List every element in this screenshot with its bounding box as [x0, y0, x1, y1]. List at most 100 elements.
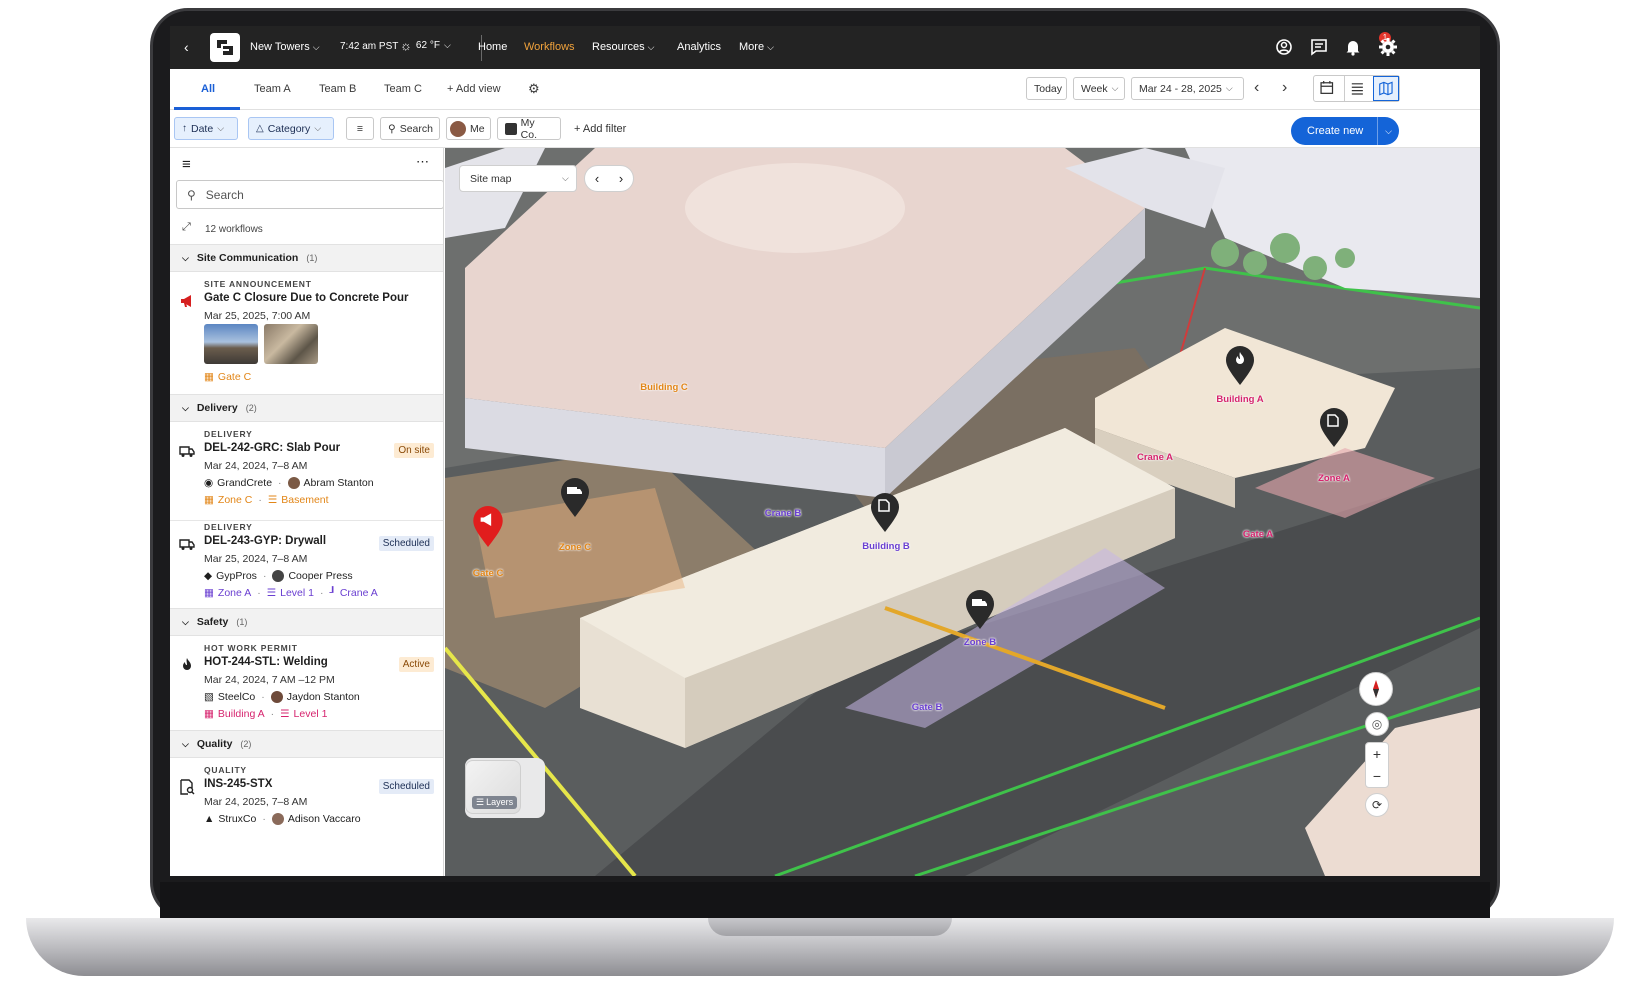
weather-widget[interactable]: ☼ 62 °F ⌵ — [400, 38, 451, 53]
location-label[interactable]: Building A — [218, 708, 265, 720]
map-label-gate-b[interactable]: Gate B — [912, 702, 943, 713]
company-filter-button[interactable]: My Co. — [497, 117, 561, 141]
add-view-button[interactable]: + Add view — [447, 83, 501, 95]
chevron-right-icon[interactable]: › — [619, 171, 623, 186]
nav-home[interactable]: Home — [478, 41, 507, 53]
back-icon[interactable]: ‹ — [184, 39, 189, 55]
tab-team-b[interactable]: Team B — [319, 83, 356, 95]
site-map[interactable]: Site map ⌵ ‹ › ☰ Layers ◎ + − ⟳ Building C B… — [445, 148, 1480, 876]
compass-button[interactable] — [1359, 672, 1393, 706]
gear-icon[interactable] — [1378, 37, 1398, 57]
list-item[interactable]: QUALITY INS-245-STX Scheduled Mar 24, 20… — [170, 765, 443, 857]
zoom-out-icon[interactable]: − — [1373, 768, 1381, 784]
map-view-select[interactable]: Site map ⌵ — [459, 165, 577, 192]
nav-more[interactable]: More ⌵ — [739, 41, 774, 53]
location-label[interactable]: Level 1 — [280, 587, 314, 599]
list-item[interactable]: DELIVERY DEL-243-GYP: Drywall Scheduled … — [170, 522, 443, 614]
location-label[interactable]: Zone C — [218, 494, 252, 506]
bell-icon[interactable] — [1343, 37, 1363, 57]
map-label-zone-a[interactable]: Zone A — [1318, 473, 1350, 484]
chevron-down-icon[interactable]: ⌵ — [1377, 117, 1399, 145]
map-label-crane-a[interactable]: Crane A — [1137, 452, 1173, 463]
tab-all[interactable]: All — [201, 83, 215, 95]
workflow-list-panel: ≡ ⋯ ⚲ Search ⤢ 12 workflows ⌵ Site Communi… — [170, 148, 444, 876]
section-site-communication[interactable]: ⌵ Site Communication (1) — [170, 244, 443, 272]
map-label-gate-a[interactable]: Gate A — [1243, 529, 1273, 540]
announcement-pin-icon[interactable] — [472, 506, 504, 548]
temperature: 62 °F — [415, 40, 440, 51]
category-group-label: Category — [267, 122, 311, 135]
list-item[interactable]: HOT WORK PERMIT HOT-244-STL: Welding Act… — [170, 643, 443, 735]
company-name: GypPros — [216, 570, 257, 582]
nav-workflows[interactable]: Workflows — [524, 41, 575, 53]
search-filter-button[interactable]: ⚲ Search — [380, 117, 440, 140]
today-button[interactable]: Today — [1026, 77, 1067, 100]
delivery-pin-icon[interactable] — [560, 478, 590, 518]
location-label[interactable]: Basement — [281, 494, 328, 506]
category-group-button[interactable]: △ Category ⌵ — [248, 117, 334, 140]
map-label-zone-b[interactable]: Zone B — [964, 637, 996, 648]
messages-icon[interactable] — [1309, 37, 1329, 57]
nav-resources[interactable]: Resources ⌵ — [592, 41, 654, 53]
layers-button[interactable]: ☰ Layers — [465, 760, 521, 814]
status-badge: Active — [398, 657, 434, 672]
map-label-crane-b[interactable]: Crane B — [765, 508, 801, 519]
list-view-icon[interactable] — [1343, 76, 1370, 101]
project-switcher[interactable]: New Towers ⌵ — [250, 41, 320, 53]
reset-view-icon[interactable]: ⟳ — [1365, 793, 1389, 817]
section-safety[interactable]: ⌵ Safety (1) — [170, 608, 443, 636]
photo-thumbnail[interactable] — [264, 324, 318, 364]
company-name: SteelCo — [217, 691, 256, 703]
location-label[interactable]: Level 1 — [294, 708, 328, 720]
filter-button[interactable]: ≡ — [346, 117, 374, 140]
location-tag[interactable]: ▦ Gate C — [204, 371, 251, 383]
sidebar-search-input[interactable]: ⚲ Search — [176, 180, 443, 209]
section-title: Safety — [196, 616, 229, 628]
list-item[interactable]: SITE ANNOUNCEMENT Gate C Closure Due to … — [170, 279, 443, 394]
hot-work-pin-icon[interactable] — [1225, 346, 1255, 386]
map-label-building-b[interactable]: Building B — [862, 541, 910, 552]
date-sort-button[interactable]: ↑ Date ⌵ — [174, 117, 238, 140]
range-unit-value: Week — [1081, 82, 1108, 95]
view-settings-gear-icon[interactable]: ⚙ — [528, 81, 540, 97]
location-label[interactable]: Zone A — [218, 587, 251, 599]
tab-team-c[interactable]: Team C — [384, 83, 422, 95]
map-label-zone-c[interactable]: Zone C — [559, 542, 591, 553]
zoom-in-icon[interactable]: + — [1373, 746, 1381, 762]
locate-me-icon[interactable]: ◎ — [1365, 712, 1389, 736]
map-label-building-c[interactable]: Building C — [640, 382, 688, 393]
list-item[interactable]: DELIVERY DEL-242-GRC: Slab Pour On site … — [170, 429, 443, 521]
location-label[interactable]: Crane A — [340, 587, 378, 599]
create-new-button[interactable]: Create new ⌵ — [1291, 117, 1399, 145]
photo-thumbnail[interactable] — [204, 324, 258, 364]
person-name[interactable]: Jaydon Stanton — [287, 691, 360, 703]
card-date: Mar 24, 2025, 7–8 AM — [204, 796, 308, 808]
person-name[interactable]: Adison Vaccaro — [288, 813, 361, 825]
hamburger-menu-icon[interactable]: ≡ — [182, 156, 191, 173]
section-quality[interactable]: ⌵ Quality (2) — [170, 730, 443, 758]
person-name[interactable]: Abram Stanton — [304, 477, 374, 489]
map-label-building-a[interactable]: Building A — [1216, 394, 1263, 405]
calendar-view-icon[interactable] — [1314, 76, 1340, 101]
date-range-select[interactable]: Mar 24 - 28, 2025 ⌵ — [1131, 77, 1244, 100]
app-logo[interactable] — [210, 33, 240, 62]
collapse-all-icon[interactable]: ⤢ — [182, 221, 191, 234]
tab-team-a[interactable]: Team A — [254, 83, 291, 95]
account-icon[interactable] — [1274, 37, 1294, 57]
nav-analytics[interactable]: Analytics — [677, 41, 721, 53]
section-delivery[interactable]: ⌵ Delivery (2) — [170, 394, 443, 422]
map-label-gate-c[interactable]: Gate C — [473, 568, 504, 579]
prev-range-chevron-left-icon[interactable]: ‹ — [1254, 79, 1259, 97]
more-options-icon[interactable]: ⋯ — [416, 154, 430, 170]
map-view-icon[interactable] — [1373, 76, 1399, 101]
next-range-chevron-right-icon[interactable]: › — [1282, 79, 1287, 97]
delivery-pin-icon[interactable] — [965, 590, 995, 630]
range-unit-select[interactable]: Week ⌵ — [1073, 77, 1125, 100]
inspection-pin-icon[interactable] — [1319, 408, 1349, 448]
person-name[interactable]: Cooper Press — [288, 570, 352, 582]
me-filter-button[interactable]: Me — [446, 117, 491, 140]
add-filter-button[interactable]: + Add filter — [574, 123, 626, 135]
chevron-left-icon[interactable]: ‹ — [595, 171, 599, 186]
card-date: Mar 25, 2025, 7:00 AM — [204, 310, 311, 322]
inspection-pin-icon[interactable] — [870, 493, 900, 533]
